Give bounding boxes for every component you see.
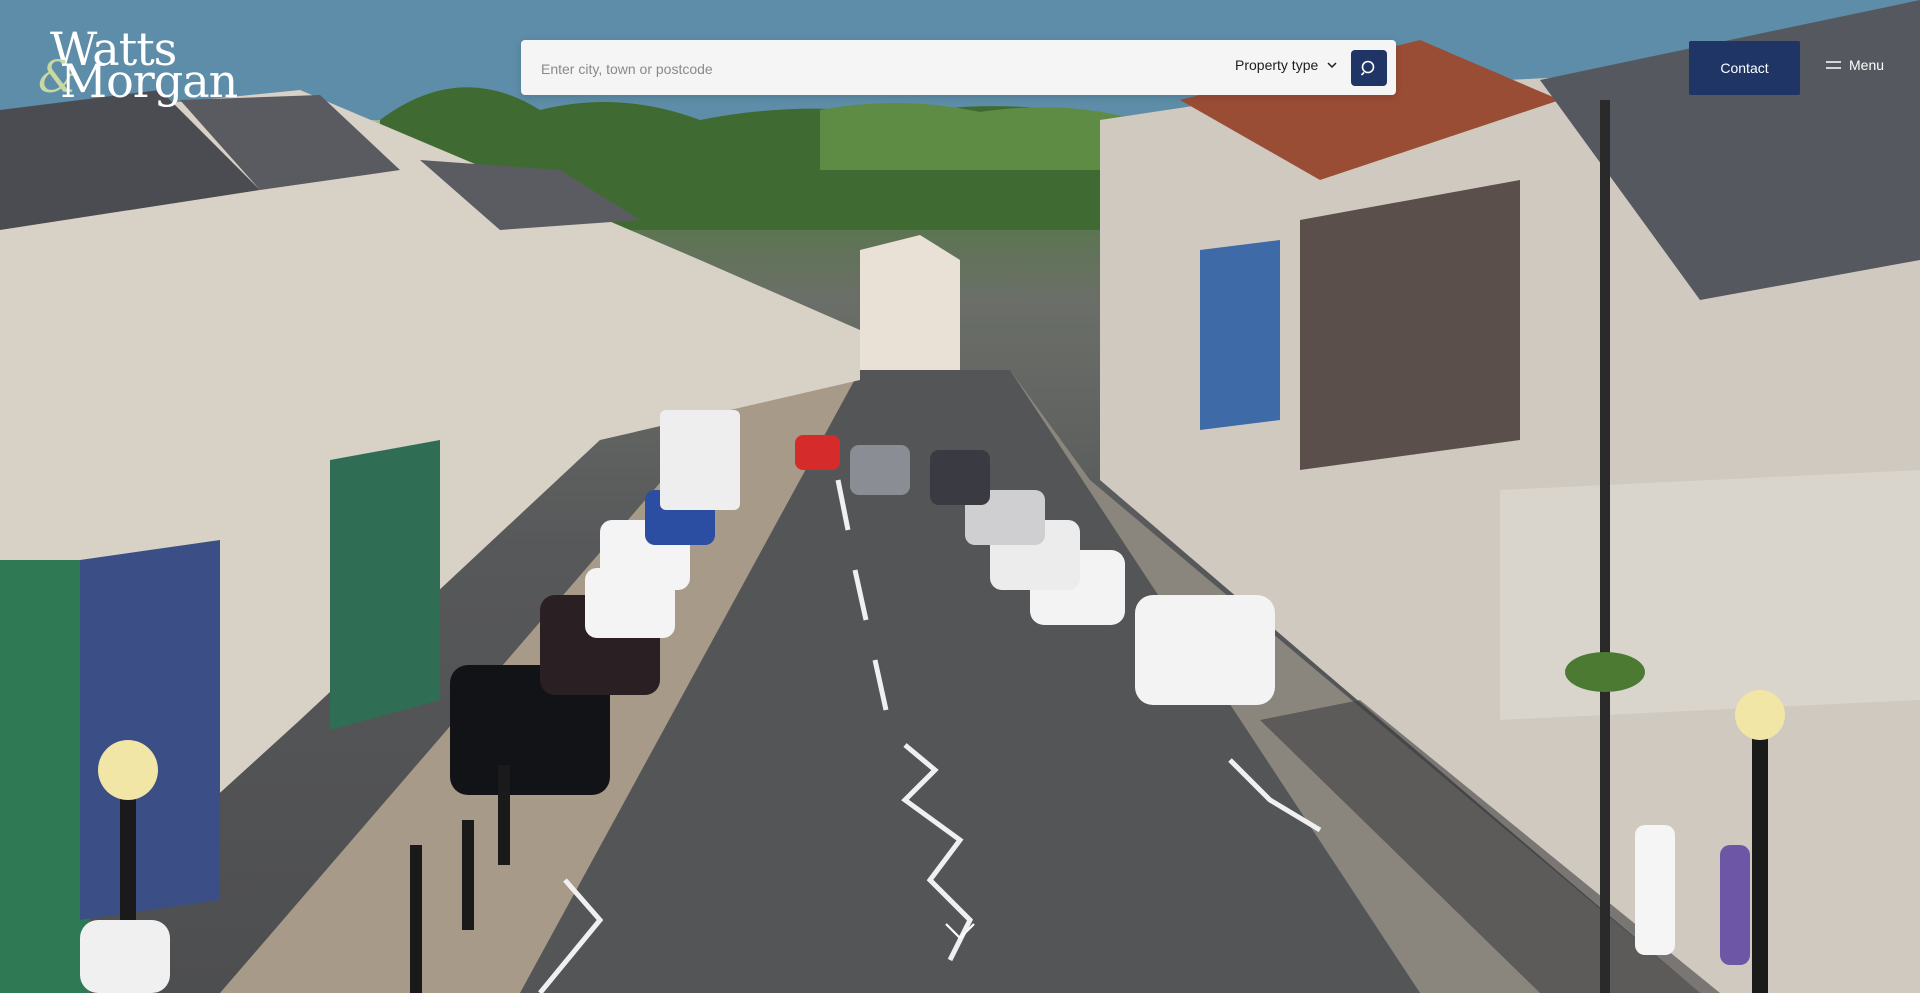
street-scene-illustration [0, 0, 1920, 993]
property-search-bar: Property type [521, 40, 1396, 95]
search-icon [1360, 60, 1375, 76]
menu-label: Menu [1849, 57, 1885, 73]
property-type-label: Property type [1235, 57, 1319, 73]
menu-button[interactable]: Menu [1826, 57, 1884, 73]
hero-background-image: Watts & Morgan Property type Contact Men… [0, 0, 1920, 993]
chevron-down-icon [1327, 62, 1337, 69]
logo-text-morgan: Morgan [60, 54, 238, 108]
brand-logo[interactable]: Watts & Morgan [38, 26, 238, 108]
contact-button[interactable]: Contact [1689, 41, 1800, 95]
scroll-down-chevron-icon[interactable] [944, 920, 976, 942]
location-search-input[interactable] [539, 52, 1183, 85]
search-button[interactable] [1351, 50, 1387, 86]
property-type-dropdown[interactable]: Property type [1235, 57, 1338, 73]
hamburger-icon [1826, 61, 1841, 69]
